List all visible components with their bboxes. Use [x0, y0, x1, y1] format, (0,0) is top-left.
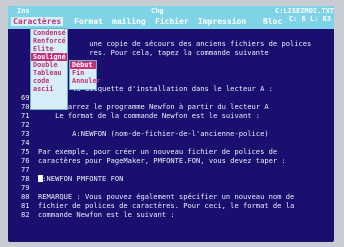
text-cursor [38, 175, 43, 182]
file-info: C:LISEZMOI.TXT C: 6 L: 63 [275, 7, 334, 25]
menu-caracteres[interactable]: Caractères [11, 17, 64, 26]
dropdown-item-double[interactable]: Double [31, 61, 67, 69]
menu-bar: Ins Chg C:LISEZMOI.TXT C: 6 L: 63 Caract… [8, 6, 334, 29]
file-name: C:LISEZMOI.TXT [275, 7, 334, 15]
screen: Ins Chg C:LISEZMOI.TXT C: 6 L: 63 Caract… [8, 6, 334, 242]
dropdown-item-code-ascii[interactable]: code ascii [31, 77, 67, 93]
change-indicator: Chg [151, 7, 164, 15]
menu-bloc[interactable]: Bloc [263, 17, 282, 26]
caracteres-dropdown: Condensé Renforcé Elite Souligné Double … [30, 28, 68, 110]
dropdown-item-condense[interactable]: Condensé [31, 29, 67, 37]
menu-fichier[interactable]: Fichier [155, 17, 189, 26]
insert-mode-indicator: Ins [17, 7, 30, 15]
submenu-item-fin[interactable]: Fin [70, 69, 96, 77]
dropdown-item-tableau[interactable]: Tableau [31, 69, 67, 77]
dropdown-item-renforce[interactable]: Renforcé [31, 37, 67, 45]
dropdown-item-elite[interactable]: Elite [31, 45, 67, 53]
cursor-position: C: 6 L: 63 [288, 15, 331, 23]
dropdown-item-souligne[interactable]: Souligné [31, 53, 67, 61]
monitor-frame: Ins Chg C:LISEZMOI.TXT C: 6 L: 63 Caract… [0, 0, 344, 247]
submenu-item-debut[interactable]: Début [70, 61, 96, 69]
menu-impression[interactable]: Impression [198, 17, 246, 26]
souligne-submenu: Début Fin Annuler [69, 60, 101, 90]
menu-mailing[interactable]: mailing [112, 17, 146, 26]
submenu-item-annuler[interactable]: Annuler [70, 77, 101, 85]
menu-format[interactable]: Format [74, 17, 103, 26]
